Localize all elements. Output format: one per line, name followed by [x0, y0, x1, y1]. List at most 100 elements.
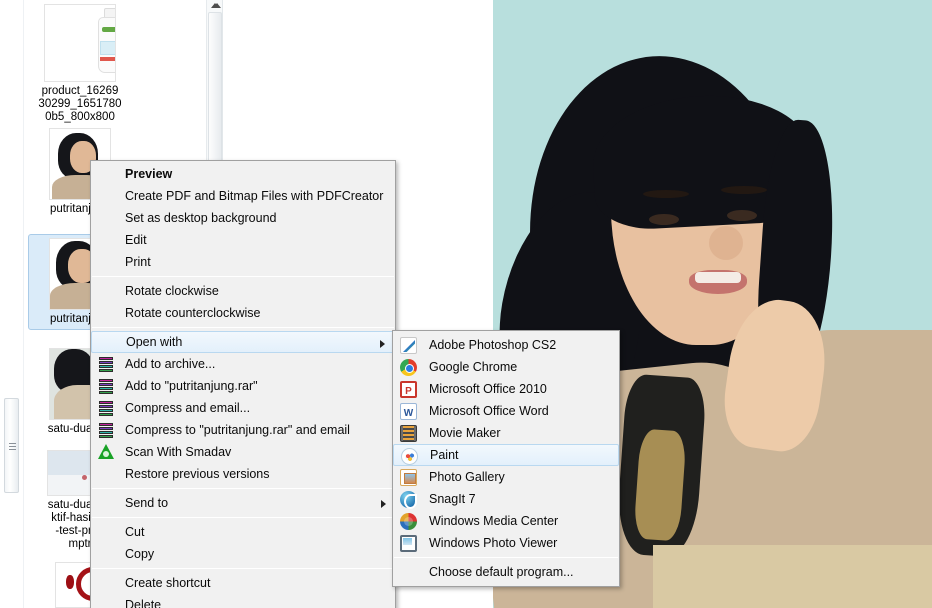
file-name: product_16269	[41, 85, 119, 97]
submenu-separator	[394, 557, 618, 558]
menu-item-delete[interactable]: Delete	[91, 594, 395, 608]
menu-item-label: Print	[125, 255, 151, 269]
photo-gallery-icon	[400, 469, 417, 486]
menu-item-label: Rotate clockwise	[125, 284, 219, 298]
submenu-item-google-chrome[interactable]: Google Chrome	[393, 356, 619, 378]
menu-item-restore-previous-versions[interactable]: Restore previous versions	[91, 463, 395, 485]
word-icon	[400, 403, 417, 425]
menu-item-rotate-clockwise[interactable]: Rotate clockwise	[91, 280, 395, 302]
menu-item-preview[interactable]: Preview	[91, 163, 395, 185]
snagit-icon	[400, 491, 417, 509]
movie-maker-icon	[400, 425, 417, 442]
context-menu[interactable]: Preview Create PDF and Bitmap Files with …	[90, 160, 396, 608]
menu-item-edit[interactable]: Edit	[91, 229, 395, 251]
eyebrow-left	[643, 190, 689, 198]
winrar-icon	[98, 378, 115, 395]
navigation-pane-splitter[interactable]	[4, 398, 19, 493]
menu-item-compress-and-email[interactable]: Compress and email...	[91, 397, 395, 419]
menu-item-label: Preview	[125, 167, 173, 181]
menu-item-label: Cut	[125, 525, 145, 539]
menu-item-label: Compress and email...	[125, 401, 251, 415]
menu-separator	[92, 276, 394, 277]
menu-item-cut[interactable]: Cut	[91, 521, 395, 543]
submenu-item-label: Photo Gallery	[429, 470, 505, 484]
menu-item-add-to-archive[interactable]: Add to archive...	[91, 353, 395, 375]
submenu-item-label: Google Chrome	[429, 360, 518, 374]
menu-item-create-pdf-and-bitmap-files-with-pdfcreator[interactable]: Create PDF and Bitmap Files with PDFCrea…	[91, 185, 395, 207]
menu-separator	[92, 517, 394, 518]
menu-item-rotate-counterclockwise[interactable]: Rotate counterclockwise	[91, 302, 395, 324]
menu-item-set-as-desktop-background[interactable]: Set as desktop background	[91, 207, 395, 229]
submenu-item-paint[interactable]: Paint	[393, 444, 619, 466]
eyebrow-right	[721, 186, 767, 194]
submenu-item-label: Microsoft Office Word	[429, 404, 549, 418]
menu-item-label: Add to archive...	[125, 357, 216, 371]
open-with-submenu[interactable]: Adobe Photoshop CS2 Google Chrome Microsof…	[392, 330, 620, 587]
submenu-item-label: Adobe Photoshop CS2	[429, 338, 557, 352]
submenu-item-microsoft-office-2010[interactable]: Microsoft Office 2010	[393, 378, 619, 403]
file-thumbnail	[44, 4, 116, 82]
winrar-icon	[98, 356, 115, 373]
scroll-up-arrow-icon-secondary[interactable]	[213, 3, 221, 8]
menu-separator	[92, 488, 394, 489]
submenu-item-label: Paint	[430, 448, 459, 462]
menu-item-label: Compress to "putritanjung.rar" and email	[125, 423, 350, 437]
skirt-shape	[653, 545, 932, 608]
file-name-line2: 30299_1651780	[38, 98, 122, 110]
submenu-item-label: Choose default program...	[429, 565, 574, 579]
submenu-item-microsoft-office-word[interactable]: Microsoft Office Word	[393, 400, 619, 425]
submenu-item-label: Microsoft Office 2010	[429, 382, 547, 396]
menu-item-label: Create PDF and Bitmap Files with PDFCrea…	[125, 189, 384, 203]
eye-left	[649, 214, 679, 225]
winrar-icon	[98, 422, 115, 439]
chrome-icon	[400, 359, 417, 376]
menu-item-copy[interactable]: Copy	[91, 543, 395, 565]
submenu-item-choose-default-program[interactable]: Choose default program...	[393, 561, 619, 583]
menu-item-scan-with-smadav[interactable]: Scan With Smadav	[91, 441, 395, 463]
menu-item-send-to[interactable]: Send to	[91, 492, 395, 514]
windows-media-center-icon	[400, 513, 417, 530]
submenu-item-adobe-photoshop-cs2[interactable]: Adobe Photoshop CS2	[393, 334, 619, 356]
winrar-icon	[98, 400, 115, 417]
menu-item-label: Open with	[126, 335, 183, 349]
submenu-item-label: Windows Media Center	[429, 514, 559, 528]
submenu-arrow-icon	[380, 340, 385, 348]
menu-separator	[92, 327, 394, 328]
submenu-item-label: SnagIt 7	[429, 492, 476, 506]
menu-item-label: Scan With Smadav	[125, 445, 232, 459]
eye-right	[727, 210, 757, 221]
submenu-item-movie-maker[interactable]: Movie Maker	[393, 422, 619, 444]
pane-left-edge	[0, 0, 24, 608]
menu-item-label: Set as desktop background	[125, 211, 277, 225]
splitter-grip-icon	[9, 443, 16, 450]
teeth-shape	[695, 272, 741, 283]
list-item[interactable]: product_16269 30299_1651780 0b5_800x800	[28, 4, 132, 124]
menu-item-compress-to-putritanjung-rar-and-email[interactable]: Compress to "putritanjung.rar" and email	[91, 419, 395, 441]
menu-item-label: Copy	[125, 547, 155, 561]
submenu-item-label: Movie Maker	[429, 426, 501, 440]
menu-separator	[92, 568, 394, 569]
paint-icon	[401, 448, 418, 465]
submenu-item-windows-photo-viewer[interactable]: Windows Photo Viewer	[393, 532, 619, 554]
menu-item-open-with[interactable]: Open with	[91, 331, 395, 353]
file-name-line3: 0b5_800x800	[45, 111, 115, 123]
menu-item-label: Edit	[125, 233, 147, 247]
screen: product_16269 30299_1651780 0b5_800x800 …	[0, 0, 932, 608]
submenu-arrow-icon	[381, 500, 386, 508]
nose-shape	[709, 226, 743, 260]
menu-item-add-to-putritanjung-rar[interactable]: Add to "putritanjung.rar"	[91, 375, 395, 397]
submenu-item-windows-media-center[interactable]: Windows Media Center	[393, 510, 619, 532]
menu-item-label: Delete	[125, 598, 162, 608]
menu-item-label: Restore previous versions	[125, 467, 270, 481]
menu-item-label: Send to	[125, 496, 169, 510]
submenu-item-label: Windows Photo Viewer	[429, 536, 558, 550]
menu-item-label: Rotate counterclockwise	[125, 306, 261, 320]
submenu-item-snagit-7[interactable]: SnagIt 7	[393, 488, 619, 510]
office-icon	[400, 381, 417, 403]
photoshop-icon	[400, 337, 417, 354]
menu-item-create-shortcut[interactable]: Create shortcut	[91, 572, 395, 594]
windows-photo-viewer-icon	[400, 535, 417, 552]
submenu-item-photo-gallery[interactable]: Photo Gallery	[393, 466, 619, 488]
menu-item-print[interactable]: Print	[91, 251, 395, 273]
menu-item-label: Create shortcut	[125, 576, 211, 590]
